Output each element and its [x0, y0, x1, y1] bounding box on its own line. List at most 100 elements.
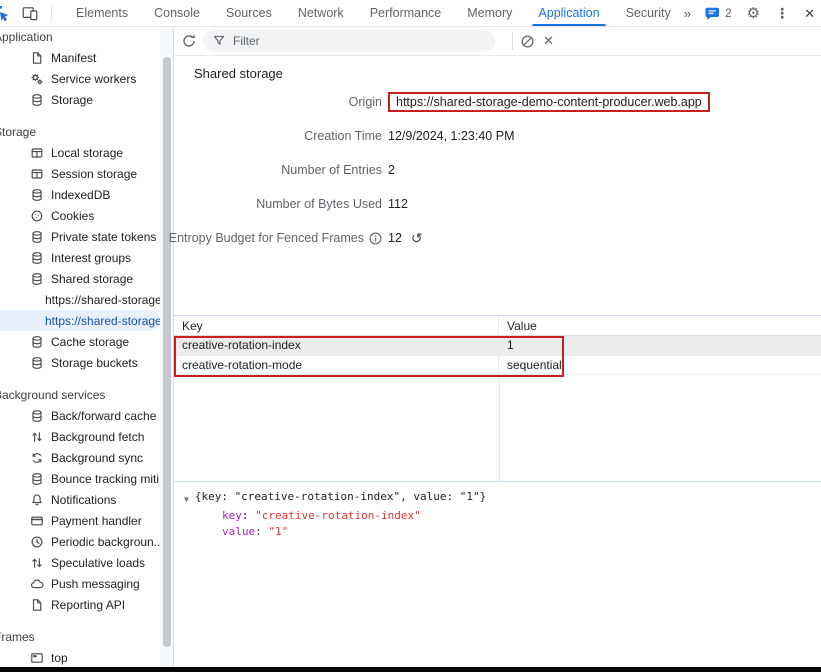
tab-sources[interactable]: Sources — [213, 0, 285, 26]
sidebar-item-notifications[interactable]: Notifications — [0, 489, 173, 510]
filter-field[interactable] — [203, 30, 495, 52]
sidebar-item-indexeddb[interactable]: IndexedDB — [0, 184, 173, 205]
sidebar-item-session-storage[interactable]: Session storage — [0, 163, 173, 184]
tab-application[interactable]: Application — [525, 0, 612, 26]
sidebar-item-interest-groups[interactable]: Interest groups — [0, 247, 173, 268]
sidebar-item-top[interactable]: top — [0, 647, 173, 667]
refresh-icon[interactable] — [180, 32, 198, 50]
device-toolbar-icon[interactable] — [19, 2, 41, 24]
sidebar-item-service-workers[interactable]: Service workers — [0, 68, 173, 89]
column-header-value[interactable]: Value — [499, 316, 821, 335]
manifest-file-icon — [30, 598, 44, 612]
manifest-file-icon — [30, 51, 44, 65]
table-row-creative-rotation-index[interactable]: creative-rotation-index1 — [174, 336, 821, 356]
sidebar-item-manifest[interactable]: Manifest — [0, 47, 173, 68]
tab-network[interactable]: Network — [285, 0, 357, 26]
database-icon — [30, 251, 44, 265]
column-header-key[interactable]: Key — [174, 316, 499, 335]
sidebar-item-label: Service workers — [51, 72, 136, 86]
info-icon[interactable] — [369, 232, 382, 245]
detail-label-text: Number of Bytes Used — [256, 197, 382, 211]
sidebar-item-background-fetch[interactable]: Background fetch — [0, 426, 173, 447]
sidebar-item-storage[interactable]: Storage — [0, 89, 173, 110]
devtools-tab-bar: ElementsConsoleSourcesNetworkPerformance… — [0, 0, 821, 27]
property-colon: : — [255, 525, 268, 538]
sidebar-item-label: Back/forward cache — [51, 409, 156, 423]
sidebar-item-label: Push messaging — [51, 577, 140, 591]
expand-triangle-icon[interactable]: ▼ — [184, 492, 189, 508]
arrows-up-down-icon — [30, 430, 44, 444]
issues-counter[interactable]: 2 — [705, 6, 732, 20]
sidebar-item-cookies[interactable]: Cookies — [0, 205, 173, 226]
tab-console[interactable]: Console — [141, 0, 213, 26]
panel-tabs: ElementsConsoleSourcesNetworkPerformance… — [63, 0, 684, 26]
sidebar-item-cache-storage[interactable]: Cache storage — [0, 331, 173, 352]
cell-value: 1 — [499, 336, 821, 355]
detail-label-text: Origin — [349, 95, 382, 109]
shared-storage-panel: ✕ Shared storage Originhttps://shared-st… — [174, 27, 821, 667]
sidebar-item-label: Storage buckets — [51, 356, 138, 370]
property-name: key — [222, 509, 242, 522]
sidebar-item-payment-handler[interactable]: Payment handler — [0, 510, 173, 531]
sidebar-item-label: Background sync — [51, 451, 143, 465]
column-divider[interactable] — [499, 375, 500, 481]
object-property-key[interactable]: key: "creative-rotation-index" — [182, 508, 821, 524]
table-icon — [30, 146, 44, 160]
section-header-background-services: Background services — [0, 385, 173, 405]
delete-selected-icon[interactable]: ✕ — [541, 33, 556, 49]
issues-bubble-icon — [705, 7, 720, 20]
sidebar-item-local-storage[interactable]: Local storage — [0, 142, 173, 163]
table-row-creative-rotation-mode[interactable]: creative-rotation-modesequential — [174, 356, 821, 376]
cloud-icon — [30, 577, 44, 591]
filter-funnel-icon — [213, 35, 225, 47]
tab-bar-right-controls: » 2 ⚙ ⋮ ✕ — [684, 0, 821, 26]
detail-label-text: Number of Entries — [281, 163, 382, 177]
sidebar-item-label: Cookies — [51, 209, 94, 223]
tab-security[interactable]: Security — [613, 0, 684, 26]
sidebar-item-speculative-loads[interactable]: Speculative loads — [0, 552, 173, 573]
settings-gear-icon[interactable]: ⚙ — [747, 6, 760, 21]
sidebar-item-background-sync[interactable]: Background sync — [0, 447, 173, 468]
devtools-window: ElementsConsoleSourcesNetworkPerformance… — [0, 0, 821, 672]
sidebar-item-bounce-tracking-miti[interactable]: Bounce tracking miti... — [0, 468, 173, 489]
arrows-up-down-icon — [30, 556, 44, 570]
database-icon — [30, 230, 44, 244]
object-property-value[interactable]: value: "1" — [182, 524, 821, 540]
sidebar-item-label: Interest groups — [51, 251, 131, 265]
object-preview-line[interactable]: ▼ {key: "creative-rotation-index", value… — [182, 489, 821, 508]
clear-all-icon[interactable] — [518, 32, 536, 50]
kebab-menu-icon[interactable]: ⋮ — [775, 6, 789, 20]
tab-memory[interactable]: Memory — [454, 0, 525, 26]
sidebar-item-shared-storage[interactable]: Shared storage — [0, 268, 173, 289]
sidebar-item-label: Storage — [51, 93, 93, 107]
tab-performance[interactable]: Performance — [357, 0, 455, 26]
issues-count: 2 — [725, 6, 732, 20]
sidebar-item-push-messaging[interactable]: Push messaging — [0, 573, 173, 594]
tab-elements[interactable]: Elements — [63, 0, 141, 26]
filter-input[interactable] — [231, 33, 485, 49]
sidebar-item-private-state-tokens[interactable]: Private state tokens — [0, 226, 173, 247]
section-gap — [0, 110, 173, 122]
detail-value: https://shared-storage-demo-content-prod… — [388, 92, 710, 112]
sidebar-scrollbar-thumb[interactable] — [163, 57, 171, 647]
sidebar-item-label: Speculative loads — [51, 556, 145, 570]
bell-icon — [30, 493, 44, 507]
sidebar-item-https-shared-storage[interactable]: https://shared-storage... — [0, 310, 160, 331]
sidebar-item-https-shared-storage[interactable]: https://shared-storage... — [0, 289, 173, 310]
more-tabs-button[interactable]: » — [684, 6, 690, 21]
detail-label-text: Creation Time — [304, 129, 382, 143]
inspect-element-icon[interactable] — [0, 3, 12, 23]
sidebar-item-reporting-api[interactable]: Reporting API — [0, 594, 173, 615]
sidebar-item-periodic-backgroun[interactable]: Periodic backgroun... — [0, 531, 173, 552]
section-header-frames: Frames — [0, 627, 173, 647]
sidebar-item-label: Notifications — [51, 493, 116, 507]
sidebar-item-back-forward-cache[interactable]: Back/forward cache — [0, 405, 173, 426]
detail-label: Origin — [180, 95, 382, 109]
reset-budget-icon[interactable]: ↺ — [411, 230, 423, 247]
sidebar-item-storage-buckets[interactable]: Storage buckets — [0, 352, 173, 373]
database-icon — [30, 409, 44, 423]
close-devtools-icon[interactable]: ✕ — [804, 7, 815, 20]
detail-label: Number of Entries — [180, 163, 382, 177]
detail-value-text: 2 — [388, 163, 395, 177]
database-icon — [30, 272, 44, 286]
